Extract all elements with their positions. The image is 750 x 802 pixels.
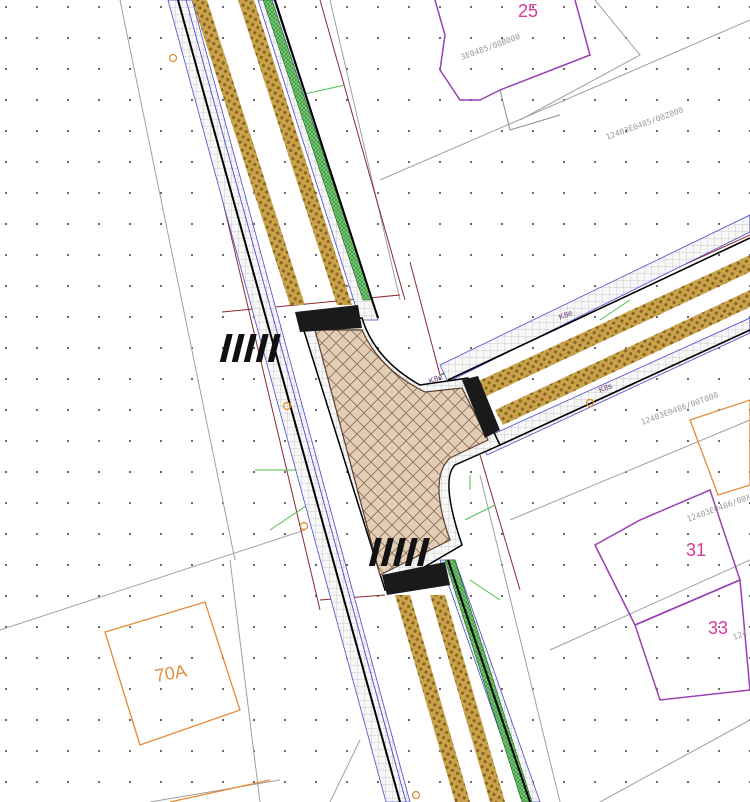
house-number-33: 33 xyxy=(708,618,728,638)
house-number-31: 31 xyxy=(686,540,706,560)
house-number-25: 25 xyxy=(518,1,538,21)
map-canvas: 25 31 33 70A 3E0485/00B000 12403E0485/00… xyxy=(0,0,750,802)
